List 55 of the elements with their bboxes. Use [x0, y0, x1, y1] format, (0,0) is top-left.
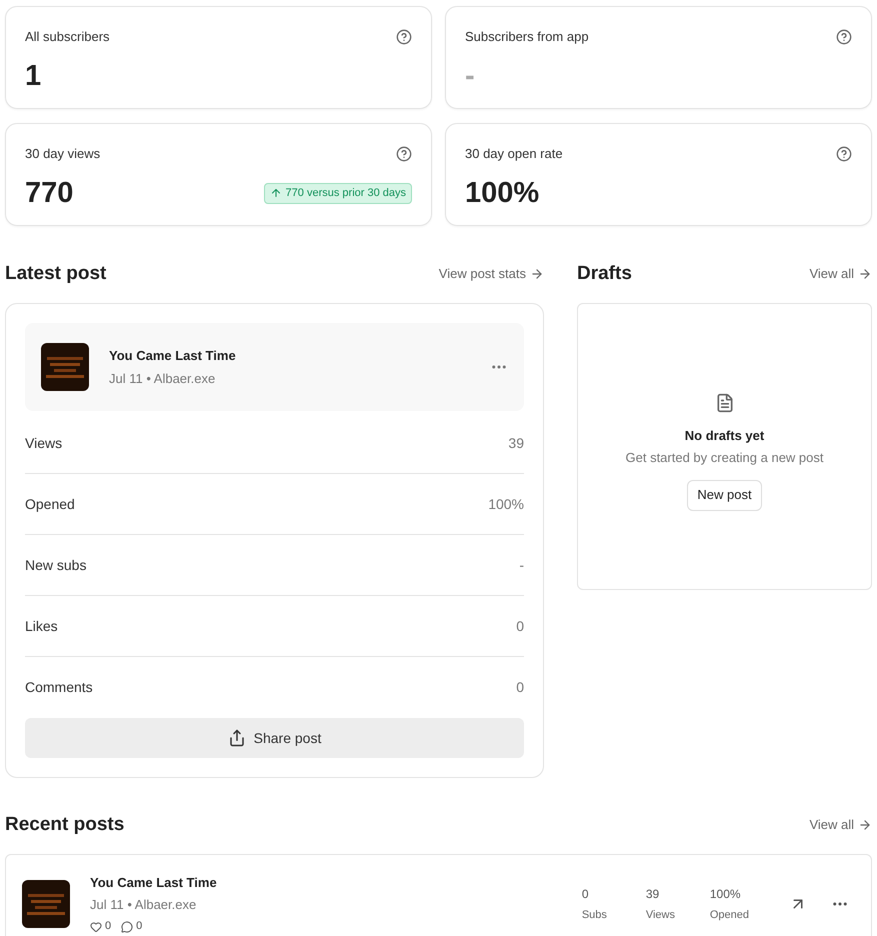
- metric-value: 100%: [488, 494, 524, 514]
- recent-post-card[interactable]: You Came Last Time Jul 11 • Albaer.exe 0 0 0 Subs 39 Views 100% Opened: [5, 854, 872, 936]
- metric-value: 0: [516, 678, 524, 697]
- help-icon[interactable]: [396, 146, 412, 162]
- post-meta: Jul 11 • Albaer.exe: [109, 370, 216, 388]
- metric-value: 0: [516, 616, 524, 636]
- arrow-up-icon: [270, 187, 282, 200]
- stat-value: -: [465, 58, 475, 94]
- heart-icon[interactable]: [90, 920, 102, 932]
- section-title: Recent posts: [5, 812, 124, 837]
- new-post-button[interactable]: New post: [687, 480, 762, 510]
- post-stat-value: 100%: [710, 886, 742, 903]
- metric-value: 39: [508, 434, 524, 452]
- post-stat-value: 0: [582, 886, 590, 903]
- section-title: Drafts: [577, 262, 632, 286]
- share-icon: [228, 729, 246, 747]
- share-post-button[interactable]: Share post: [25, 718, 524, 758]
- stat-value: 1: [25, 58, 42, 94]
- arrow-right-icon: [858, 818, 872, 832]
- stat-label: All subscribers: [25, 28, 110, 46]
- arrow-right-icon: [530, 267, 544, 281]
- empty-title: No drafts yet: [684, 426, 764, 445]
- like-count: 0: [105, 919, 112, 934]
- document-icon: [714, 392, 734, 412]
- post-stat-value: 39: [646, 886, 660, 903]
- stat-value: 100%: [465, 176, 540, 210]
- view-link[interactable]: View post stats: [438, 264, 544, 284]
- metric-label: New subs: [25, 556, 86, 574]
- post-meta: Jul 11 • Albaer.exe: [90, 896, 198, 914]
- post-title: You Came Last Time: [109, 347, 237, 365]
- view-link[interactable]: View all: [809, 264, 872, 284]
- metric-value: -: [519, 556, 524, 574]
- post-stat-label: Subs: [582, 908, 608, 923]
- help-icon[interactable]: [836, 146, 852, 162]
- stat-label: 30 day open rate: [465, 145, 563, 163]
- metric-label: Views: [25, 434, 62, 452]
- stat-value: 770: [25, 176, 74, 210]
- metric-label: Likes: [25, 616, 58, 636]
- help-icon[interactable]: [396, 28, 412, 45]
- comment-count: 0: [136, 919, 142, 934]
- comment-icon[interactable]: [121, 920, 134, 932]
- stat-label: Subscribers from app: [465, 28, 589, 46]
- post-stat-label: Views: [646, 908, 676, 923]
- arrow-right-icon: [858, 267, 872, 281]
- view-link[interactable]: View all: [809, 815, 872, 835]
- post-title: You Came Last Time: [90, 874, 218, 892]
- post-summary[interactable]: You Came Last Time Jul 11 • Albaer.exe: [25, 323, 524, 411]
- metric-label: Opened: [25, 494, 75, 514]
- empty-text: Get started by creating a new post: [626, 449, 824, 467]
- metric-label: Comments: [25, 678, 93, 697]
- post-stat-label: Opened: [710, 908, 749, 923]
- section-title: Latest post: [5, 262, 106, 286]
- help-icon[interactable]: [836, 28, 852, 45]
- trend-badge: 770 versus prior 30 days: [264, 183, 412, 204]
- stat-label: 30 day views: [25, 145, 100, 163]
